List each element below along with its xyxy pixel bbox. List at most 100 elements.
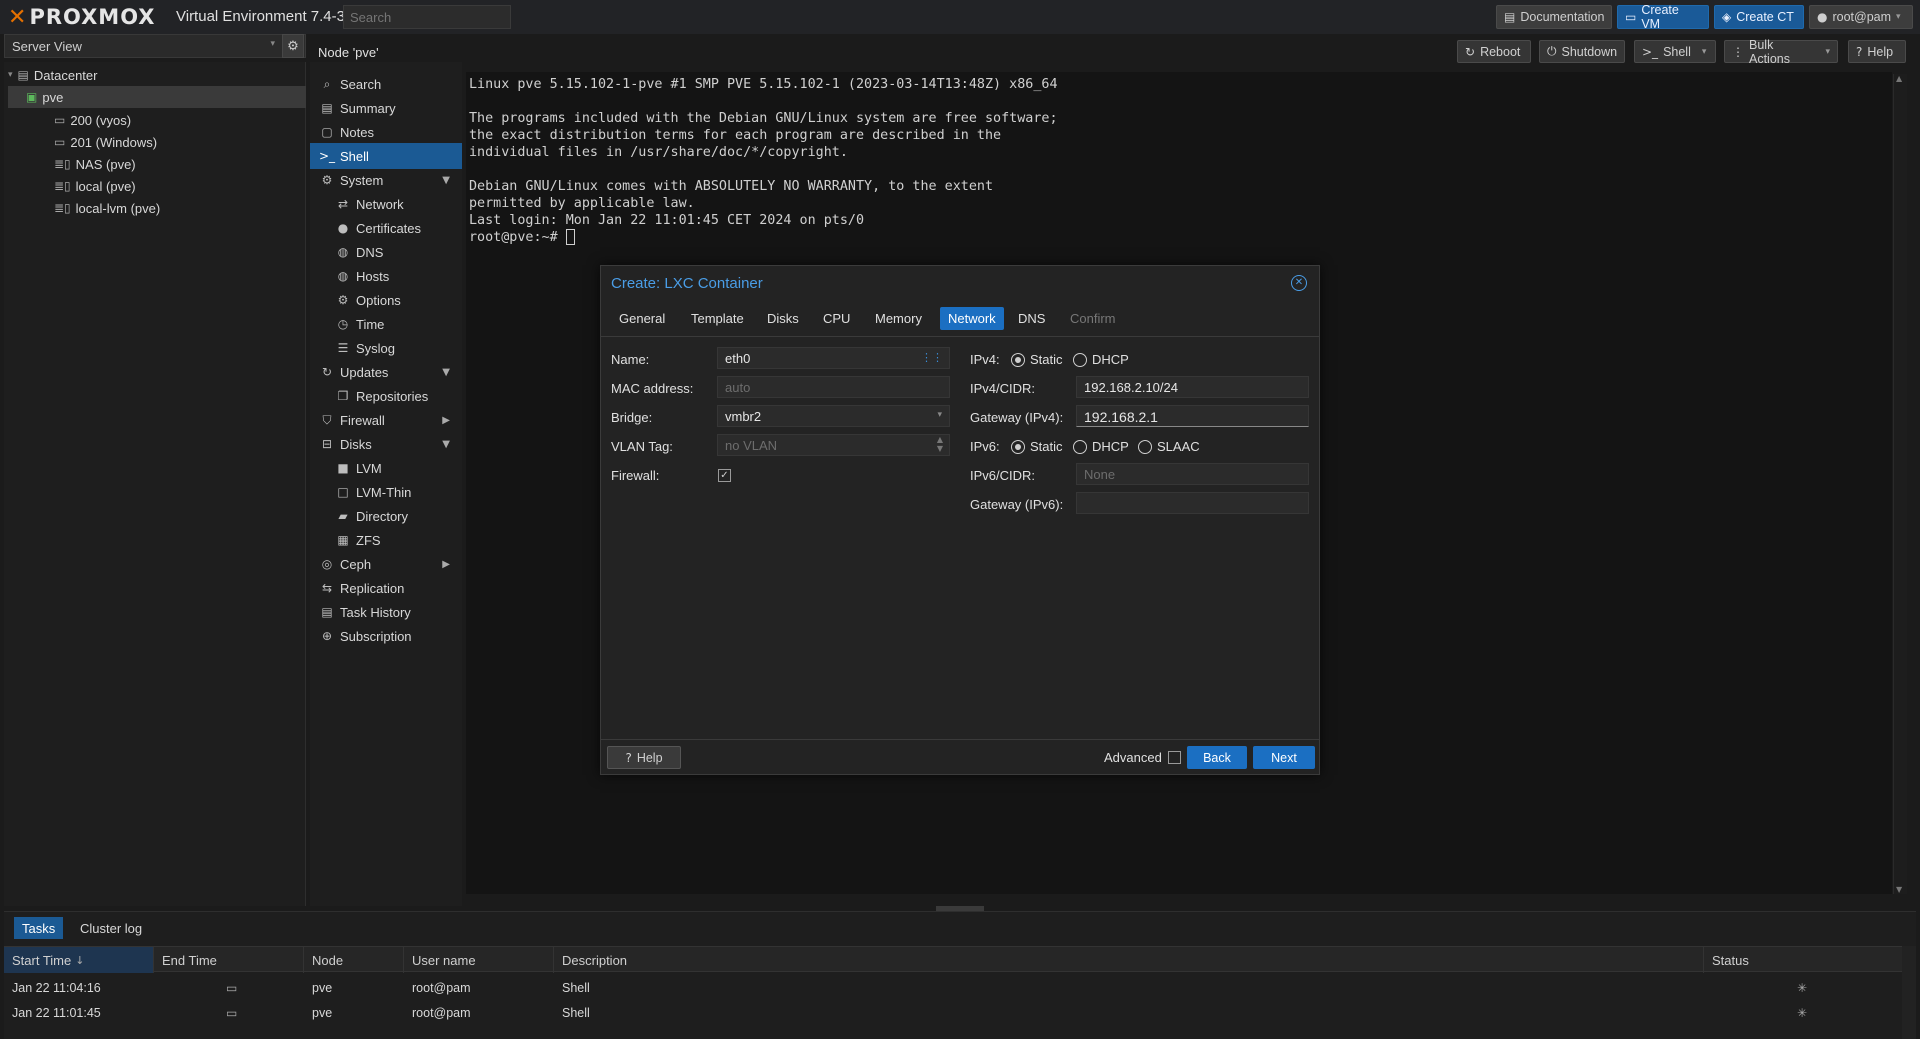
tasks-scrollbar[interactable]: [1902, 946, 1916, 1039]
table-row[interactable]: Jan 22 11:04:16 ▭ pve root@pam Shell ✳: [4, 975, 1902, 1000]
ceph-icon: ◎: [321, 557, 333, 571]
menu-item-subscription[interactable]: ⊕ Subscription: [310, 623, 462, 649]
tab-dns[interactable]: DNS: [1010, 307, 1053, 330]
ipv4-dhcp-radio[interactable]: [1073, 353, 1087, 367]
advanced-checkbox[interactable]: [1168, 751, 1181, 764]
tab-cluster-log[interactable]: Cluster log: [72, 917, 150, 939]
menu-item-repositories[interactable]: ❐ Repositories: [310, 383, 462, 409]
tab-network[interactable]: Network: [940, 307, 1004, 330]
tree-item-storage-local-lvm[interactable]: ≣▯ local-lvm (pve): [54, 197, 160, 219]
reboot-button[interactable]: ↻ Reboot: [1457, 40, 1531, 63]
tab-general[interactable]: General: [611, 307, 673, 330]
monitor-icon: ▭: [54, 113, 66, 127]
menu-item-syslog[interactable]: ☰ Syslog: [310, 335, 462, 361]
menu-item-lvm-thin[interactable]: □ LVM-Thin: [310, 479, 462, 505]
menu-item-options[interactable]: ⚙ Options: [310, 287, 462, 313]
tree-label: Datacenter: [33, 67, 98, 83]
documentation-button[interactable]: ▤ Documentation: [1496, 5, 1612, 29]
shell-button[interactable]: >_ Shell ▾: [1634, 40, 1716, 63]
column-user-name[interactable]: User name: [404, 947, 554, 973]
tree-item-vm-201[interactable]: ▭ 201 (Windows): [54, 131, 157, 153]
menu-item-task-history[interactable]: ▤ Task History: [310, 599, 462, 625]
shutdown-button[interactable]: ⏻ Shutdown: [1539, 40, 1625, 63]
scroll-down-icon[interactable]: ▼: [1896, 885, 1902, 894]
menu-item-notes[interactable]: ▢ Notes: [310, 119, 462, 145]
ipv4-cidr-field[interactable]: 192.168.2.10/24: [1076, 376, 1309, 398]
gateway-ipv6-field[interactable]: [1076, 492, 1309, 514]
ipv6-dhcp-radio[interactable]: [1073, 440, 1087, 454]
menu-item-certificates[interactable]: ● Certificates: [310, 215, 462, 241]
tab-tasks[interactable]: Tasks: [14, 917, 64, 939]
terminal-scrollbar[interactable]: ▲ ▼: [1893, 74, 1907, 894]
tree-item-vm-200[interactable]: ▭ 200 (vyos): [54, 109, 131, 131]
tree-item-node-pve[interactable]: ▣ pve: [8, 86, 306, 108]
next-button[interactable]: Next: [1253, 746, 1315, 769]
ipv4-static-label: Static: [1030, 352, 1063, 367]
tasks-table-header: Start Time ↓ End Time Node User name Des…: [4, 946, 1902, 973]
tab-memory[interactable]: Memory: [867, 307, 930, 330]
cell-description: Shell: [562, 1005, 590, 1020]
dialog-title: Create: LXC Container: [611, 275, 763, 292]
search-input[interactable]: [343, 5, 511, 29]
terminal-cursor: [565, 229, 575, 245]
create-vm-button[interactable]: ▭ Create VM: [1617, 3, 1709, 31]
menu-item-summary[interactable]: ▤ Summary: [310, 95, 462, 121]
chevron-down-icon: ▼: [442, 174, 450, 186]
gear-icon: ⚙: [337, 293, 349, 307]
create-ct-button[interactable]: ◈ Create CT: [1714, 5, 1804, 29]
documentation-label: Documentation: [1520, 10, 1605, 24]
menu-item-zfs[interactable]: ▦ ZFS: [310, 527, 462, 553]
menu-item-shell[interactable]: >_ Shell: [310, 143, 462, 169]
menu-item-time[interactable]: ◷ Time: [310, 311, 462, 337]
bulk-actions-button[interactable]: ⋮ Bulk Actions ▾: [1724, 38, 1838, 66]
tree-item-storage-local[interactable]: ≣▯ local (pve): [54, 175, 136, 197]
ipv6-slaac-radio[interactable]: [1138, 440, 1152, 454]
menu-item-hosts[interactable]: ◍ Hosts: [310, 263, 462, 289]
tab-cpu[interactable]: CPU: [815, 307, 858, 330]
column-description[interactable]: Description: [554, 947, 1704, 973]
server-view-select[interactable]: Server View ▾: [4, 34, 306, 58]
dialog-help-button[interactable]: ? Help: [607, 746, 681, 769]
gateway-ipv4-field[interactable]: 192.168.2.1: [1076, 405, 1309, 427]
user-menu-button[interactable]: ● root@pam ▾: [1809, 5, 1913, 29]
menu-item-network[interactable]: ⇄ Network: [310, 191, 462, 217]
power-icon: ⏻: [1547, 44, 1557, 58]
column-status[interactable]: Status: [1704, 947, 1902, 973]
menu-item-system[interactable]: ⚙ System ▼: [310, 167, 462, 193]
table-row[interactable]: Jan 22 11:01:45 ▭ pve root@pam Shell ✳: [4, 1000, 1902, 1025]
tree-item-storage-nas[interactable]: ≣▯ NAS (pve): [54, 153, 136, 175]
tab-template[interactable]: Template: [683, 307, 752, 330]
menu-item-replication[interactable]: ⇆ Replication: [310, 575, 462, 601]
menu-item-lvm[interactable]: ■ LVM: [310, 455, 462, 481]
scroll-up-icon[interactable]: ▲: [1896, 74, 1902, 83]
ipv6-cidr-field[interactable]: None: [1076, 463, 1309, 485]
menu-item-search[interactable]: ⌕ Search: [310, 71, 462, 97]
menu-item-ceph[interactable]: ◎ Ceph ▶: [310, 551, 462, 577]
mac-address-field[interactable]: auto: [717, 376, 950, 398]
menu-item-updates[interactable]: ↻ Updates ▼: [310, 359, 462, 385]
spinner-icon[interactable]: ▲ ▼: [937, 435, 943, 453]
column-end-time[interactable]: End Time: [154, 947, 304, 973]
menu-item-directory[interactable]: ▰ Directory: [310, 503, 462, 529]
ipv6-static-radio[interactable]: [1011, 440, 1025, 454]
menu-item-firewall[interactable]: ⛉ Firewall ▶: [310, 407, 462, 433]
menu-label: System: [340, 172, 384, 188]
name-field[interactable]: eth0 ⋮⋮: [717, 347, 950, 369]
close-icon[interactable]: ✕: [1291, 275, 1307, 291]
gear-icon[interactable]: ⚙: [282, 34, 304, 58]
back-button[interactable]: Back: [1187, 746, 1247, 769]
node-menu: ⌕ Search ▤ Summary ▢ Notes >_ Shell ⚙ System ▼…: [310, 62, 462, 906]
tree-item-datacenter[interactable]: ▾ ▤ Datacenter: [8, 64, 306, 86]
vlan-tag-stepper[interactable]: no VLAN ▲ ▼: [717, 434, 950, 456]
ipv4-static-radio[interactable]: [1011, 353, 1025, 367]
menu-item-dns[interactable]: ◍ DNS: [310, 239, 462, 265]
column-start-time[interactable]: Start Time ↓: [4, 947, 154, 973]
bridge-select[interactable]: vmbr2 ▾: [717, 405, 950, 427]
menu-item-disks[interactable]: ⊟ Disks ▼: [310, 431, 462, 457]
help-button[interactable]: ? Help: [1848, 40, 1906, 63]
menu-label: Options: [356, 292, 401, 308]
tab-disks[interactable]: Disks: [759, 307, 807, 330]
firewall-checkbox[interactable]: ✓: [718, 469, 731, 482]
column-node[interactable]: Node: [304, 947, 404, 973]
version-label: Virtual Environment 7.4-3: [176, 8, 345, 25]
